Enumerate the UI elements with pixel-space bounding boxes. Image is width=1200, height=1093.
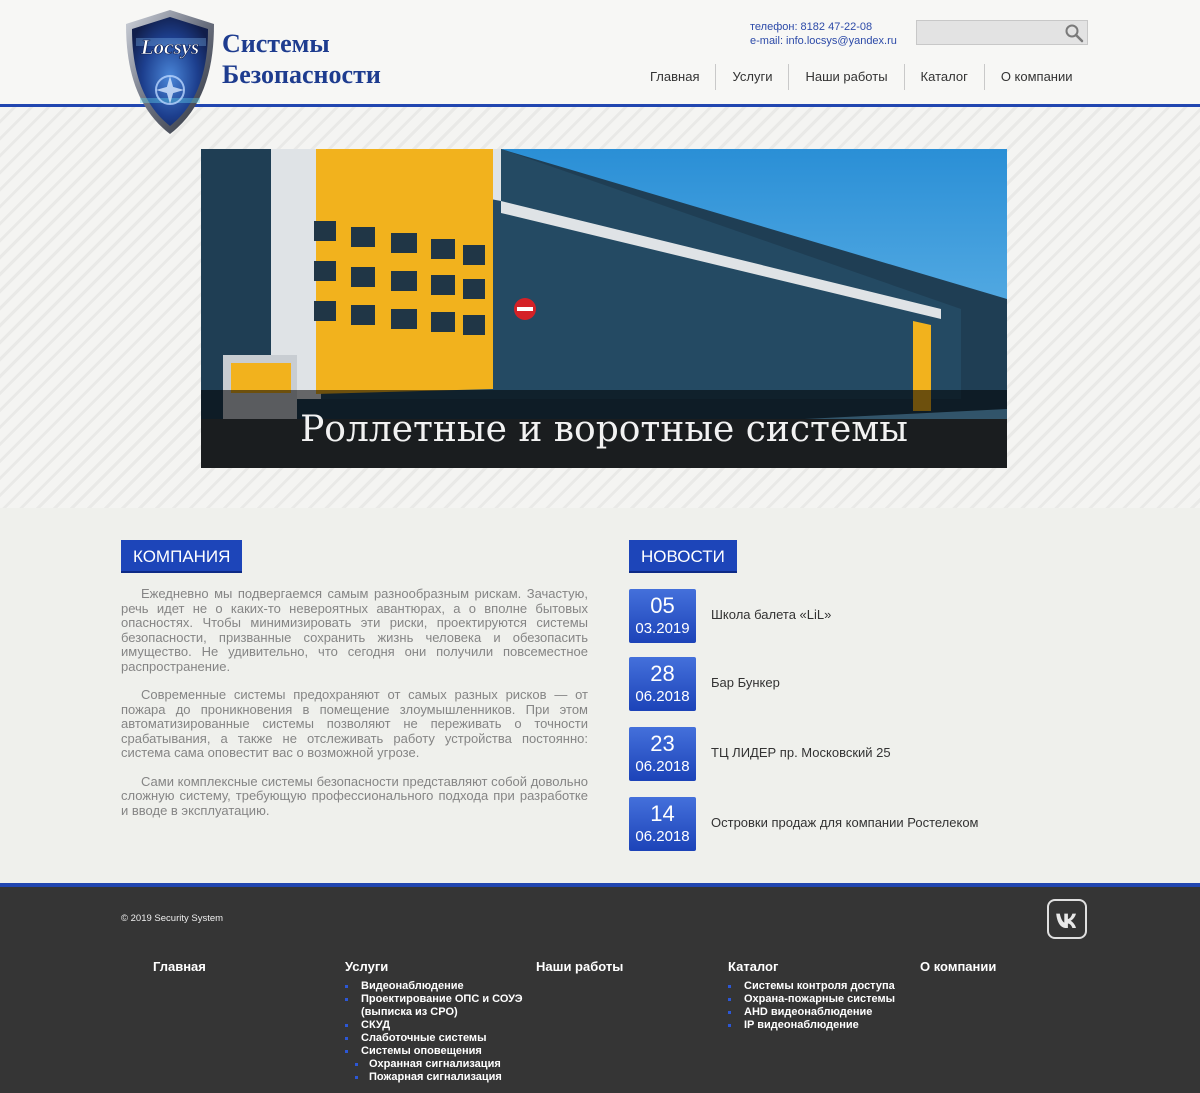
site-title-line2: Безопасности	[222, 60, 381, 89]
news-date: 14 06.2018	[629, 797, 696, 851]
nav-works[interactable]: Наши работы	[788, 64, 903, 90]
news-date: 28 06.2018	[629, 657, 696, 711]
news-item[interactable]: 23 06.2018 ТЦ ЛИДЕР пр. Московский 25	[629, 727, 1109, 781]
footer-services-list: Видеонаблюдение Проектирование ОПС и СОУ…	[345, 980, 535, 1084]
news-day: 23	[650, 731, 675, 756]
footer-list-item[interactable]: Системы оповещения	[345, 1045, 535, 1058]
footer-col-services: Услуги Видеонаблюдение Проектирование ОП…	[345, 959, 535, 1084]
company-paragraph: Сами комплексные системы безопасности пр…	[121, 773, 588, 818]
news-month-year: 06.2018	[635, 758, 690, 775]
news-heading: НОВОСТИ	[629, 540, 737, 573]
footer-link-catalog[interactable]: Каталог	[728, 959, 918, 974]
no-entry-sign-icon	[514, 298, 536, 320]
email-link[interactable]: e-mail: info.locsys@yandex.ru	[750, 34, 897, 48]
company-heading: КОМПАНИЯ	[121, 540, 243, 573]
search-box	[916, 20, 1088, 45]
nav-services[interactable]: Услуги	[715, 64, 788, 90]
news-title[interactable]: ТЦ ЛИДЕР пр. Московский 25	[711, 745, 891, 760]
vk-icon[interactable]	[1047, 899, 1087, 939]
company-paragraph: Современные системы предохраняют от самы…	[121, 687, 588, 760]
main-nav: Главная Услуги Наши работы Каталог О ком…	[634, 64, 1089, 90]
news-date: 23 06.2018	[629, 727, 696, 781]
footer-link-services[interactable]: Услуги	[345, 959, 535, 974]
footer-link-about[interactable]: О компании	[920, 959, 1110, 974]
company-text: Ежедневно мы подвергаемся самым разнообр…	[121, 586, 588, 832]
footer-list-item[interactable]: Слаботочные системы	[345, 1032, 535, 1045]
site-title[interactable]: Системы Безопасности	[222, 28, 381, 90]
news-title[interactable]: Бар Бункер	[711, 675, 780, 690]
news-title[interactable]: Островки продаж для компании Ростелеком	[711, 815, 979, 830]
news-date: 05 03.2019	[629, 589, 696, 643]
news-month-year: 06.2018	[635, 828, 690, 845]
footer-col-catalog: Каталог Системы контроля доступа Охрана-…	[728, 959, 918, 1032]
copyright-text: © 2019 Security System	[121, 913, 224, 924]
footer-list-item[interactable]: Проектирование ОПС и СОУЭ (выписка из СР…	[345, 993, 535, 1019]
hero-banner: Роллетные и воротные системы	[201, 149, 1007, 468]
footer-sublist-item[interactable]: Пожарная сигнализация	[345, 1071, 535, 1084]
footer-col-home: Главная	[153, 959, 343, 974]
news-day: 05	[650, 593, 675, 618]
news-month-year: 03.2019	[635, 620, 690, 637]
banner-caption[interactable]: Роллетные и воротные системы	[201, 390, 1007, 468]
footer-col-about: О компании	[920, 959, 1110, 974]
search-icon[interactable]	[1064, 23, 1084, 43]
search-input[interactable]	[917, 21, 1057, 44]
site-title-line1: Системы	[222, 29, 330, 58]
footer-link-home[interactable]: Главная	[153, 959, 343, 974]
company-paragraph: Ежедневно мы подвергаемся самым разнообр…	[121, 586, 588, 674]
footer-col-works: Наши работы	[536, 959, 726, 974]
shield-logo-icon[interactable]: Locsys	[122, 8, 218, 136]
footer-list-item[interactable]: IP видеонаблюдение	[728, 1019, 918, 1032]
news-day: 28	[650, 661, 675, 686]
news-item[interactable]: 05 03.2019 Школа балета «LiL»	[629, 589, 1109, 643]
nav-about[interactable]: О компании	[983, 64, 1089, 90]
footer-list-item[interactable]: Видеонаблюдение	[345, 980, 535, 993]
footer-list-item[interactable]: Системы контроля доступа	[728, 980, 918, 993]
nav-home[interactable]: Главная	[634, 64, 715, 90]
footer-list-item[interactable]: Охрана-пожарные системы	[728, 993, 918, 1006]
footer-list-item[interactable]: СКУД	[345, 1019, 535, 1032]
nav-catalog[interactable]: Каталог	[903, 64, 984, 90]
logo-word: Locsys	[140, 35, 199, 59]
contact-info: телефон: 8182 47-22-08 e-mail: info.locs…	[750, 20, 897, 48]
news-title[interactable]: Школа балета «LiL»	[711, 607, 831, 622]
footer-link-works[interactable]: Наши работы	[536, 959, 726, 974]
footer-catalog-list: Системы контроля доступа Охрана-пожарные…	[728, 980, 918, 1032]
news-item[interactable]: 28 06.2018 Бар Бункер	[629, 657, 1109, 711]
news-item[interactable]: 14 06.2018 Островки продаж для компании …	[629, 797, 1109, 851]
news-month-year: 06.2018	[635, 688, 690, 705]
site-footer: © 2019 Security System Главная Услуги Ви…	[0, 883, 1200, 1093]
phone-text: телефон: 8182 47-22-08	[750, 21, 873, 33]
footer-list-item[interactable]: AHD видеонаблюдение	[728, 1006, 918, 1019]
footer-sublist-item[interactable]: Охранная сигнализация	[345, 1058, 535, 1071]
news-day: 14	[650, 801, 675, 826]
